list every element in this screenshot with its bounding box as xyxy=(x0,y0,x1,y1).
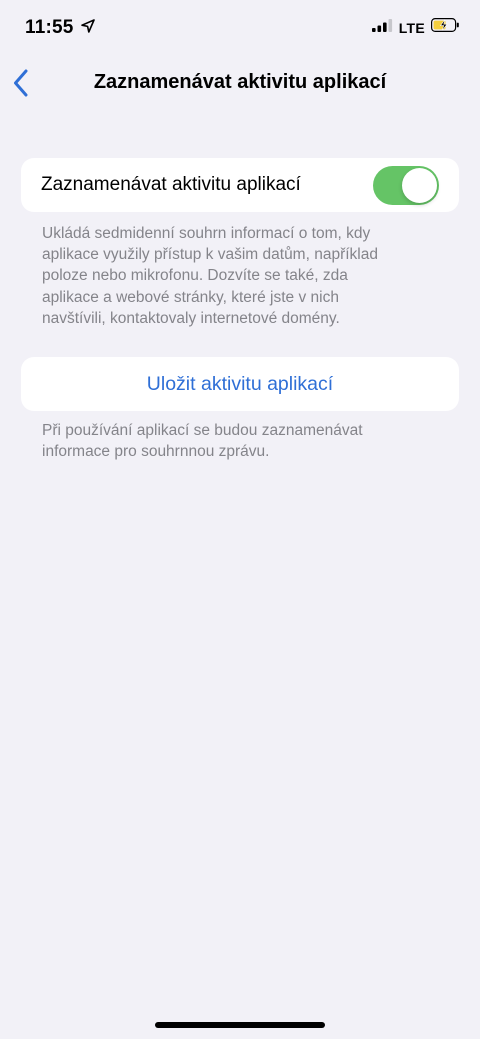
status-bar: 11:55 LTE xyxy=(0,0,480,56)
status-indicators: LTE xyxy=(371,18,460,37)
activity-recording-row: Zaznamenávat aktivitu aplikací xyxy=(21,158,459,212)
activity-recording-switch[interactable] xyxy=(373,166,439,205)
footer-line: poloze nebo mikrofonu. Dozvíte se také, … xyxy=(42,267,348,285)
chevron-left-icon xyxy=(13,69,29,102)
status-time: 11:55 xyxy=(25,17,74,38)
save-activity-group: Uložit aktivitu aplikací xyxy=(21,357,459,411)
page-title: Zaznamenávat aktivitu aplikací xyxy=(93,71,387,93)
activity-recording-group: Zaznamenávat aktivitu aplikací xyxy=(21,158,459,212)
signal-bars-icon xyxy=(371,18,393,37)
footer-line: informace pro souhrnnou zprávu. xyxy=(42,443,270,461)
footer-line: Při používání aplikací se budou zaznamen… xyxy=(42,422,363,439)
back-button[interactable] xyxy=(6,68,36,102)
activity-recording-footer: Ukládá sedmidenní souhrn informací o tom… xyxy=(42,223,442,329)
save-activity-button[interactable]: Uložit aktivitu aplikací xyxy=(21,357,459,411)
status-time-group: 11:55 xyxy=(25,17,95,39)
navigation-bar: Zaznamenávat aktivitu aplikací xyxy=(0,56,480,112)
footer-line: navštívili, kontaktovaly internetové dom… xyxy=(42,309,340,327)
footer-line: Ukládá sedmidenní souhrn informací o tom… xyxy=(42,225,371,242)
switch-knob xyxy=(402,168,437,203)
battery-charging-icon xyxy=(431,18,460,37)
home-indicator[interactable] xyxy=(155,1022,325,1028)
footer-line: aplikace a webové stránky, které jste v … xyxy=(42,288,339,306)
location-arrow-icon xyxy=(80,18,95,38)
network-label: LTE xyxy=(398,19,425,36)
activity-recording-label: Zaznamenávat aktivitu aplikací xyxy=(41,174,301,195)
footer-line: aplikace využily přístup k vašim datům, … xyxy=(42,246,378,264)
save-activity-footer: Při používání aplikací se budou zaznamen… xyxy=(42,420,442,462)
